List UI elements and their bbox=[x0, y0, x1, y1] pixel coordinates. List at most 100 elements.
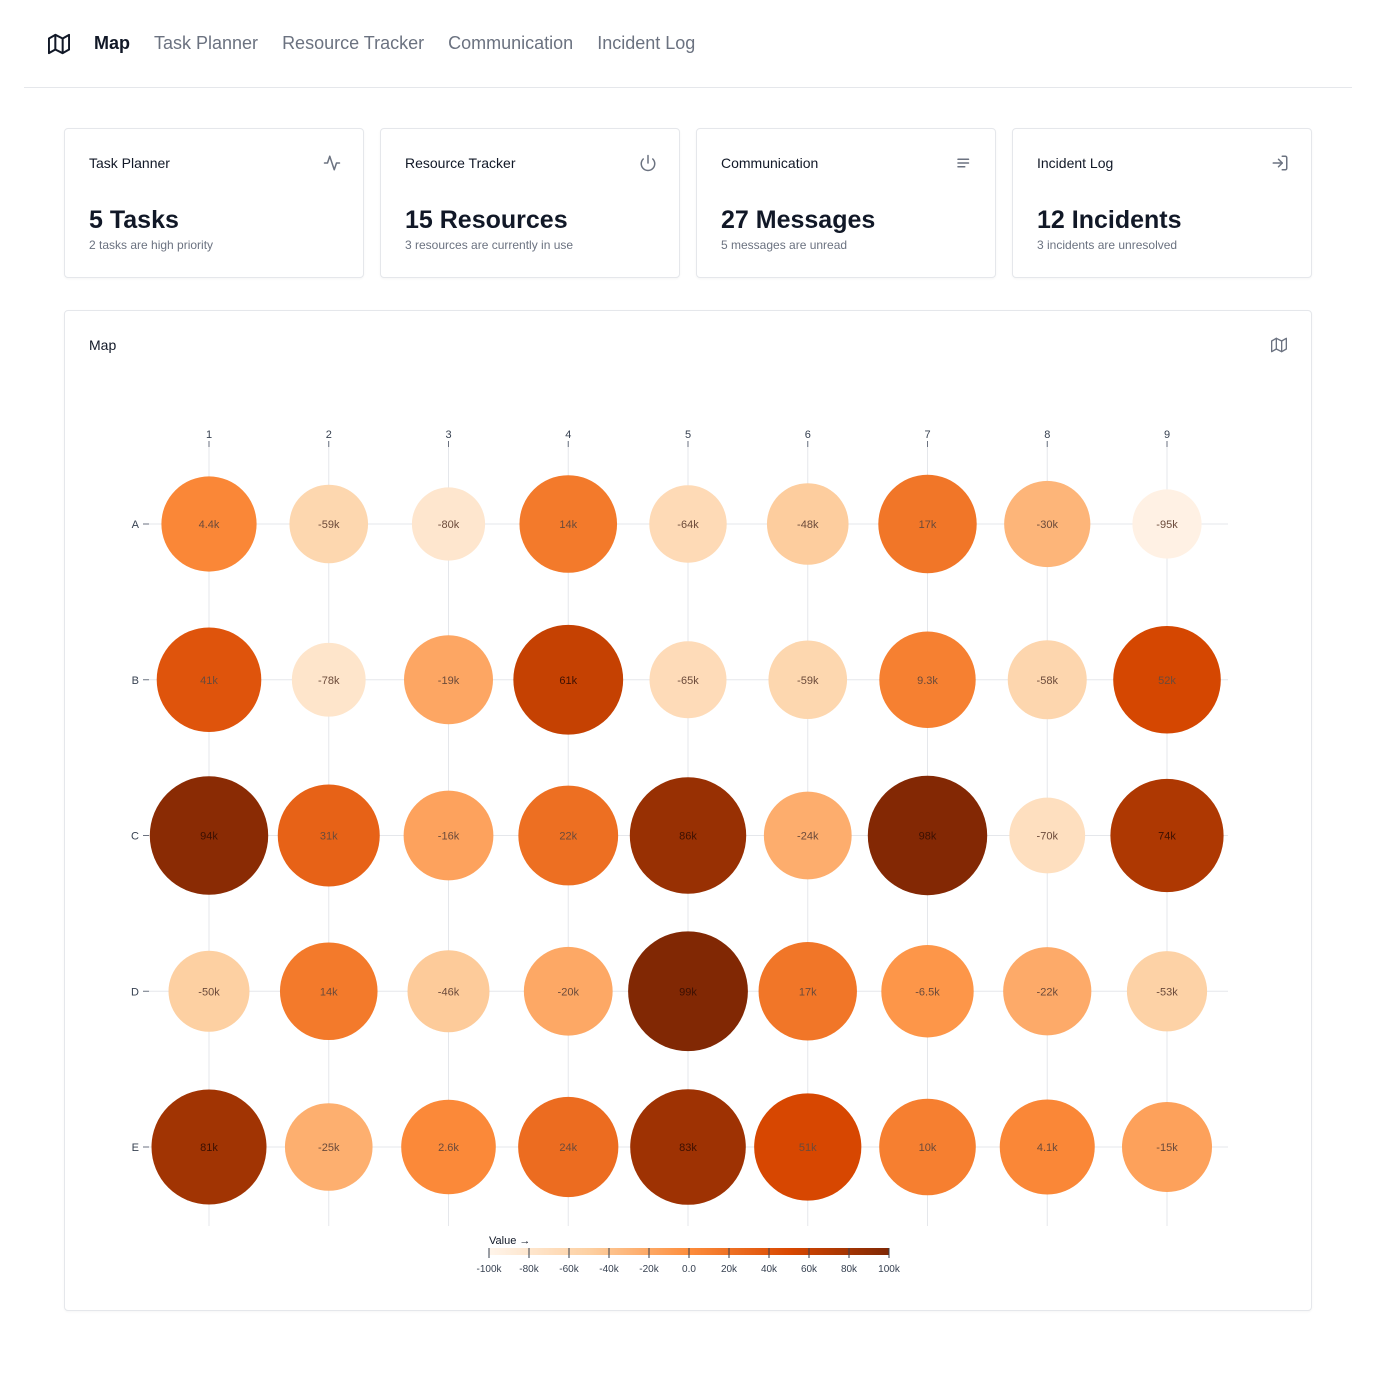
bubble-label: -24k bbox=[797, 831, 819, 843]
bubble-label: 41k bbox=[200, 675, 218, 687]
bubble-label: 10k bbox=[919, 1142, 937, 1154]
stat-card-subtitle: 3 incidents are unresolved bbox=[1037, 238, 1178, 252]
stat-card-resource-tracker: Resource Tracker 15 Resources 3 resource… bbox=[380, 128, 680, 278]
x-axis-tick-label: 3 bbox=[445, 429, 451, 441]
bubble-label: -20k bbox=[558, 986, 580, 998]
stat-card-communication: Communication 27 Messages 5 messages are… bbox=[696, 128, 996, 278]
bubble-label: -58k bbox=[1037, 675, 1059, 687]
bubble-label: -15k bbox=[1156, 1142, 1178, 1154]
legend-tick-label: -60k bbox=[559, 1264, 579, 1275]
x-axis-tick-label: 9 bbox=[1164, 429, 1170, 441]
bubble-label: 74k bbox=[1158, 831, 1176, 843]
stat-card-subtitle: 5 messages are unread bbox=[721, 238, 848, 252]
bubble-label: 14k bbox=[559, 519, 577, 531]
bubble-label: 99k bbox=[679, 986, 697, 998]
y-axis-tick-label: D bbox=[131, 986, 139, 998]
bubble-label: 52k bbox=[1158, 675, 1176, 687]
y-axis-tick-label: A bbox=[132, 519, 140, 531]
bubble-label: 17k bbox=[799, 986, 817, 998]
bubbles: 4.4k -59k -80k 14k -64k -48k 17k -30k -95k 41k -78… bbox=[149, 474, 1224, 1205]
bubble-label: -70k bbox=[1037, 831, 1059, 843]
stat-card-value: 15 Resources bbox=[405, 206, 568, 234]
legend-tick-label: 60k bbox=[801, 1264, 818, 1275]
stat-card-value: 12 Incidents bbox=[1037, 206, 1182, 234]
map-icon[interactable] bbox=[48, 33, 70, 55]
stat-card-title: Resource Tracker bbox=[405, 155, 516, 171]
legend-tick-label: 0.0 bbox=[682, 1264, 696, 1275]
bubble-label: -22k bbox=[1037, 986, 1059, 998]
bubble-label: 98k bbox=[919, 831, 937, 843]
bubble-label: -78k bbox=[318, 675, 340, 687]
bubble-label: 61k bbox=[559, 675, 577, 687]
align-left-icon bbox=[955, 154, 973, 172]
stat-card-value: 27 Messages bbox=[721, 206, 876, 234]
power-icon bbox=[639, 154, 657, 172]
stat-card-value: 5 Tasks bbox=[89, 206, 179, 234]
stat-card-incident-log: Incident Log 12 Incidents 3 incidents ar… bbox=[1012, 128, 1312, 278]
bubble-label: -65k bbox=[677, 675, 699, 687]
bubble-label: -80k bbox=[438, 519, 460, 531]
bubble-label: -25k bbox=[318, 1142, 340, 1154]
bubble-label: -64k bbox=[677, 519, 699, 531]
nav-item-communication[interactable]: Communication bbox=[448, 33, 573, 54]
bubble-label: 94k bbox=[200, 831, 218, 843]
map-bubble-chart: 1 2 3 4 5 6 7 8 9 A B C D E 4.4k -59k -80k 14k -64k -48k 17k… bbox=[131, 429, 1228, 1275]
map-card: Map 1 2 3 4 5 6 7 8 9 A B C D E 4.4k -59k -80k 14k -64k -48… bbox=[64, 310, 1312, 1311]
bubble-label: 22k bbox=[559, 831, 577, 843]
legend-tick-label: 20k bbox=[721, 1264, 738, 1275]
legend-tick-label: -40k bbox=[599, 1264, 619, 1275]
stat-card-title: Task Planner bbox=[89, 155, 170, 171]
y-axis-tick-label: B bbox=[132, 675, 139, 687]
legend-tick-label: 40k bbox=[761, 1264, 778, 1275]
bubble-label: -46k bbox=[438, 986, 460, 998]
bubble-label: 51k bbox=[799, 1142, 817, 1154]
x-axis-tick-label: 4 bbox=[565, 429, 571, 441]
y-axis-tick-label: E bbox=[132, 1142, 139, 1154]
bubble-label: 4.1k bbox=[1037, 1142, 1058, 1154]
legend-tick-label: -100k bbox=[476, 1264, 502, 1275]
bubble-label: -48k bbox=[797, 519, 819, 531]
bubble-label: 24k bbox=[559, 1142, 577, 1154]
x-axis-tick-label: 2 bbox=[326, 429, 332, 441]
bubble-label: -6.5k bbox=[915, 986, 940, 998]
log-in-icon bbox=[1271, 154, 1289, 172]
bubble-label: -50k bbox=[198, 986, 220, 998]
bubble-label: 31k bbox=[320, 831, 338, 843]
x-axis-tick-label: 1 bbox=[206, 429, 212, 441]
top-navigation: Map Task Planner Resource Tracker Commun… bbox=[24, 0, 1352, 88]
bubble-label: -95k bbox=[1156, 519, 1178, 531]
x-axis-tick-label: 8 bbox=[1044, 429, 1050, 441]
bubble-label: 81k bbox=[200, 1142, 218, 1154]
stat-card-title: Incident Log bbox=[1037, 155, 1114, 171]
y-axis-tick-label: C bbox=[131, 831, 139, 843]
x-axis-tick-label: 5 bbox=[685, 429, 691, 441]
bubble-label: -19k bbox=[438, 675, 460, 687]
legend-tick-label: -20k bbox=[639, 1264, 659, 1275]
legend-title: Value → bbox=[489, 1235, 530, 1247]
legend-tick-label: -80k bbox=[519, 1264, 539, 1275]
bubble-label: 14k bbox=[320, 986, 338, 998]
bubble-label: 2.6k bbox=[438, 1142, 459, 1154]
bubble-label: 9.3k bbox=[917, 675, 938, 687]
activity-icon bbox=[323, 154, 341, 172]
legend-tick-label: 80k bbox=[841, 1264, 858, 1275]
bubble-label: 17k bbox=[919, 519, 937, 531]
nav-item-incident-log[interactable]: Incident Log bbox=[597, 33, 695, 54]
x-axis-tick-label: 6 bbox=[805, 429, 811, 441]
bubble-label: -53k bbox=[1156, 986, 1178, 998]
bubble-label: 4.4k bbox=[199, 519, 220, 531]
x-axis-tick-label: 7 bbox=[924, 429, 930, 441]
stat-card-title: Communication bbox=[721, 155, 819, 171]
stat-card-subtitle: 3 resources are currently in use bbox=[405, 238, 574, 252]
nav-item-map[interactable]: Map bbox=[94, 33, 130, 54]
legend-tick-label: 100k bbox=[878, 1264, 901, 1275]
bubble-label: -59k bbox=[797, 675, 819, 687]
bubble-label: -30k bbox=[1037, 519, 1059, 531]
bubble-label: 83k bbox=[679, 1142, 697, 1154]
bubble-label: 86k bbox=[679, 831, 697, 843]
stat-card-task-planner: Task Planner 5 Tasks 2 tasks are high pr… bbox=[64, 128, 364, 278]
nav-item-task-planner[interactable]: Task Planner bbox=[154, 33, 258, 54]
bubble-label: -59k bbox=[318, 519, 340, 531]
bubble-label: -16k bbox=[438, 831, 460, 843]
nav-item-resource-tracker[interactable]: Resource Tracker bbox=[282, 33, 424, 54]
